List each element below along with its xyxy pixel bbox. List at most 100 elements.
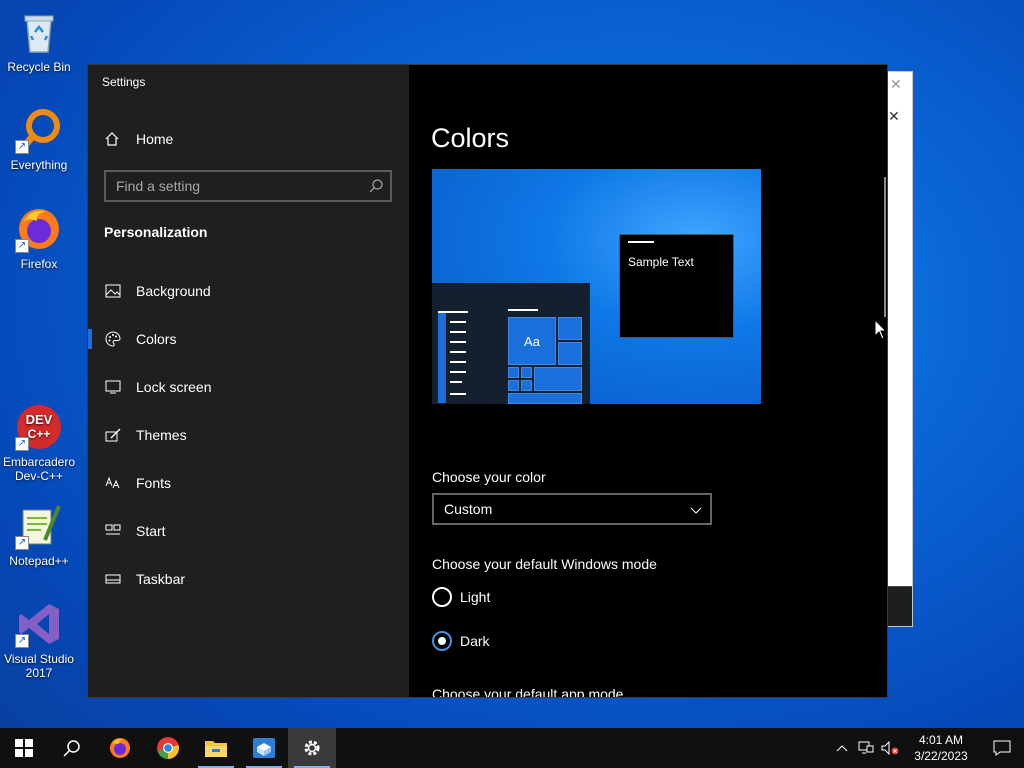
everything-icon: ↗: [15, 106, 63, 154]
sidebar-item-label: Start: [136, 523, 166, 539]
font-icon: [104, 476, 122, 490]
radio-button[interactable]: [432, 587, 452, 607]
background-window-footer: [888, 586, 912, 626]
system-tray: 4:01 AM 3/22/2023: [830, 728, 1024, 768]
color-select[interactable]: Custom: [432, 493, 712, 525]
chevron-up-icon: [836, 745, 848, 752]
desktop-icon-recycle-bin[interactable]: Recycle Bin: [0, 8, 78, 74]
shortcut-arrow-icon: ↗: [15, 140, 29, 154]
lock-screen-icon: [104, 380, 122, 394]
shortcut-arrow-icon: ↗: [15, 437, 29, 451]
brush-icon: [104, 427, 122, 443]
clock[interactable]: 4:01 AM 3/22/2023: [902, 732, 980, 764]
volume-button[interactable]: [878, 728, 902, 768]
notification-icon: [993, 740, 1011, 756]
firefox-icon: ↗: [15, 205, 63, 253]
radio-light[interactable]: Light: [432, 587, 490, 607]
chevron-down-icon: [690, 503, 702, 519]
taskbar-firefox[interactable]: [96, 728, 144, 768]
radio-label: Light: [460, 589, 491, 605]
sidebar-item-fonts[interactable]: Fonts: [88, 459, 409, 507]
taskbar-chrome[interactable]: [144, 728, 192, 768]
start-icon: [104, 524, 122, 538]
scrollbar[interactable]: [884, 177, 886, 317]
choose-color-label: Choose your color: [432, 469, 546, 485]
taskbar-settings[interactable]: [288, 728, 336, 768]
recycle-bin-icon: [15, 8, 63, 56]
show-hidden-icons-button[interactable]: [830, 728, 854, 768]
svg-text:C++: C++: [28, 427, 51, 441]
settings-window: Settings Home Personalization Background: [87, 64, 888, 698]
desktop-icon-everything[interactable]: ↗ Everything: [0, 106, 78, 172]
desktop-icon-label: Embarcadero Dev-C++: [2, 455, 76, 483]
preview-sample-text: Sample Text: [628, 255, 694, 269]
search-input[interactable]: [106, 172, 390, 200]
shortcut-arrow-icon: ↗: [15, 634, 29, 648]
close-icon: ✕: [890, 76, 902, 92]
sidebar-item-label: Colors: [136, 331, 177, 347]
firefox-icon: [110, 738, 130, 758]
desktop-icon-label: Everything: [10, 158, 68, 172]
preview-window: Sample Text: [619, 234, 734, 338]
shortcut-arrow-icon: ↗: [15, 239, 29, 253]
network-button[interactable]: [854, 728, 878, 768]
visual-studio-icon: ↗: [15, 600, 63, 648]
palette-icon: [104, 331, 122, 347]
sidebar-item-label: Themes: [136, 427, 187, 443]
sidebar-item-label: Fonts: [136, 475, 172, 491]
picture-icon: [104, 284, 122, 298]
network-icon: [858, 741, 874, 754]
sidebar-item-start[interactable]: Start: [88, 507, 409, 555]
desktop-icon-label: Recycle Bin: [7, 60, 71, 74]
radio-label: Dark: [460, 633, 490, 649]
sidebar-item-taskbar[interactable]: Taskbar: [88, 555, 409, 603]
page-title: Colors: [431, 123, 510, 153]
settings-content: Colors Aa Sample Text Choose your color …: [409, 65, 887, 697]
background-window[interactable]: ✕ ✕: [887, 71, 913, 627]
shortcut-arrow-icon: ↗: [15, 536, 29, 550]
search-box[interactable]: [104, 170, 392, 202]
search-icon: [368, 178, 384, 199]
notepadpp-icon: ↗: [15, 502, 63, 550]
taskbar-file-explorer[interactable]: [192, 728, 240, 768]
taskbar: 4:01 AM 3/22/2023: [0, 728, 1024, 768]
settings-icon: [304, 740, 320, 756]
sandbox-icon: [253, 738, 275, 758]
desktop-icon-visual-studio[interactable]: ↗ Visual Studio 2017: [0, 600, 78, 680]
desktop-icon-notepadpp[interactable]: ↗ Notepad++: [0, 502, 78, 568]
sidebar-item-lock-screen[interactable]: Lock screen: [88, 363, 409, 411]
home-icon: [104, 131, 122, 147]
desktop-icon-firefox[interactable]: ↗ Firefox: [0, 205, 78, 271]
section-title: Personalization: [104, 224, 208, 240]
taskbar-sandbox[interactable]: [240, 728, 288, 768]
sidebar-item-themes[interactable]: Themes: [88, 411, 409, 459]
windows-logo-icon: [15, 739, 33, 757]
home-link[interactable]: Home: [104, 129, 173, 149]
sidebar-item-colors[interactable]: Colors: [88, 315, 409, 363]
settings-sidebar: Settings Home Personalization Background: [88, 65, 409, 697]
sidebar-item-label: Taskbar: [136, 571, 186, 587]
radio-dark[interactable]: Dark: [432, 631, 490, 651]
desktop-icon-label: Notepad++: [9, 554, 69, 568]
windows-mode-label: Choose your default Windows mode: [432, 556, 657, 572]
search-icon: [63, 740, 80, 757]
chrome-icon: [157, 737, 179, 759]
volume-muted-icon: [881, 741, 899, 755]
taskbar-icon: [104, 573, 122, 585]
desktop-icon-label: Firefox: [20, 257, 58, 271]
search-button[interactable]: [48, 728, 96, 768]
clock-date: 3/22/2023: [914, 749, 968, 763]
devcpp-icon: DEV C++ ↗: [15, 403, 63, 451]
preview-tile: Aa: [508, 317, 556, 365]
desktop-icon-devcpp[interactable]: DEV C++ ↗ Embarcadero Dev-C++: [0, 403, 78, 483]
radio-button[interactable]: [432, 631, 452, 651]
start-button[interactable]: [0, 728, 48, 768]
close-icon: ✕: [888, 108, 900, 124]
app-mode-label: Choose your default app mode: [432, 686, 624, 698]
sidebar-item-background[interactable]: Background: [88, 267, 409, 315]
desktop-icon-label: Visual Studio 2017: [4, 652, 74, 680]
action-center-button[interactable]: [980, 728, 1024, 768]
file-explorer-icon: [205, 741, 227, 757]
mouse-cursor-icon: [874, 319, 888, 340]
window-title: Settings: [102, 75, 146, 89]
